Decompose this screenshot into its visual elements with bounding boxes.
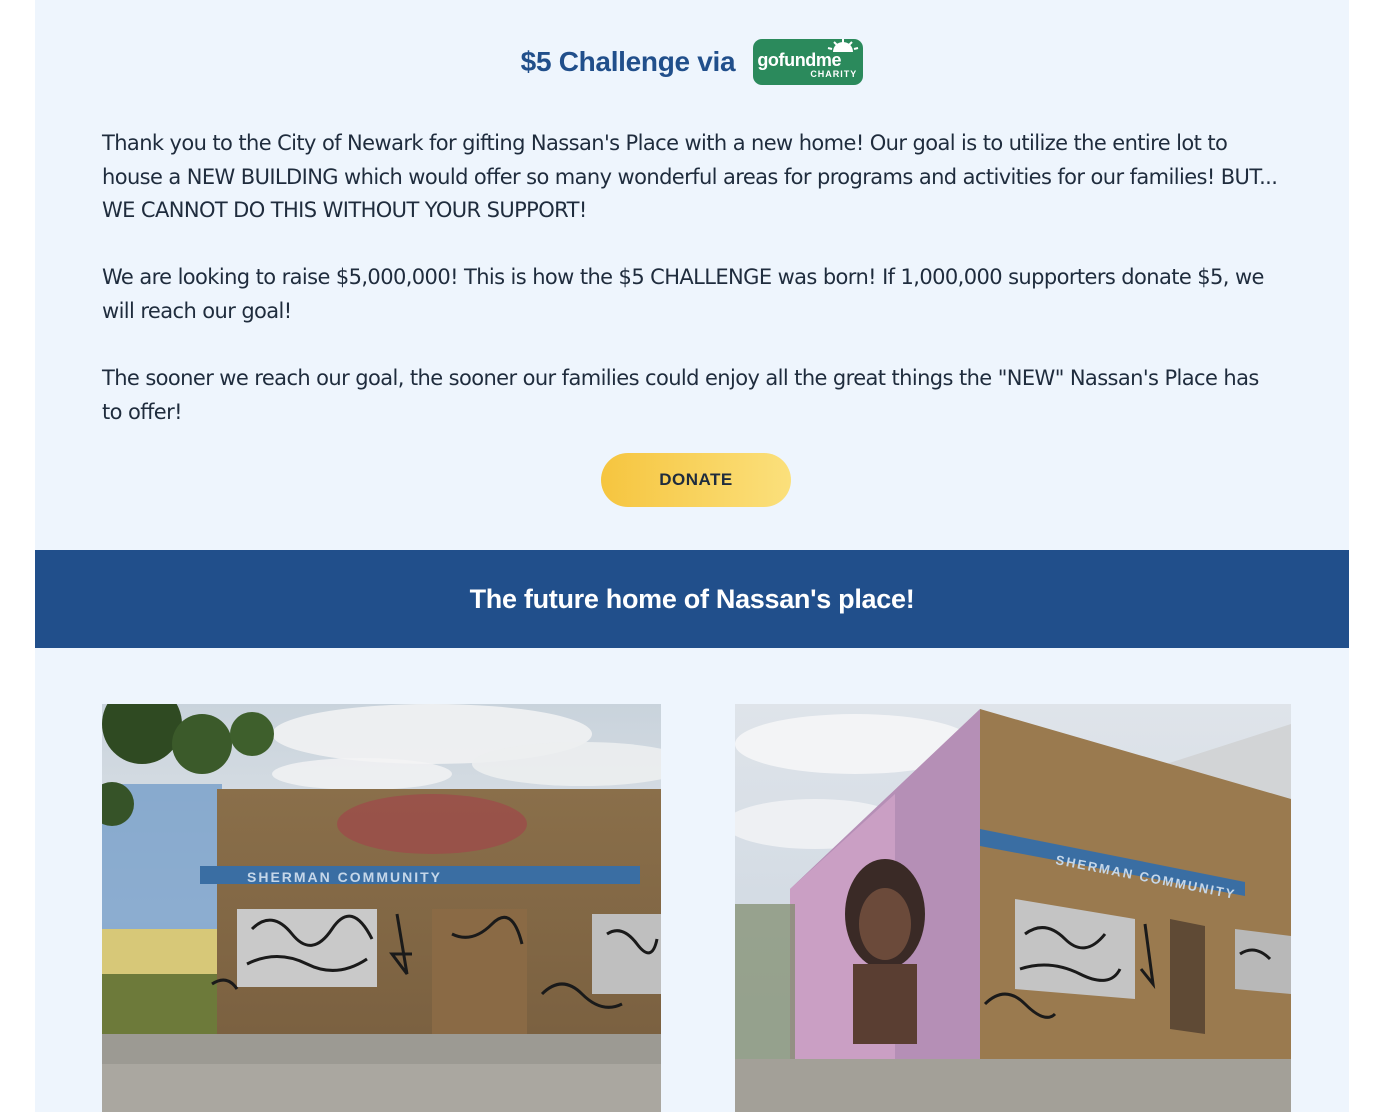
appeal-text: Thank you to the City of Newark for gift… — [102, 127, 1282, 463]
page: $5 Challenge via gofundme CHARITY Thank … — [35, 0, 1349, 1112]
appeal-paragraph-2: We are looking to raise $5,000,000! This… — [102, 265, 1264, 323]
building-photo-mural: SHERMAN COMMUNITY — [735, 704, 1291, 1112]
gofundme-charity-logo[interactable]: gofundme CHARITY — [753, 39, 864, 85]
gofundme-charity-label: CHARITY — [810, 69, 858, 79]
appeal-paragraph-1: Thank you to the City of Newark for gift… — [102, 131, 1278, 223]
challenge-header: $5 Challenge via gofundme CHARITY — [35, 38, 1349, 86]
left-photo-sign: SHERMAN COMMUNITY — [247, 869, 442, 885]
banner-title: The future home of Nassan's place! — [469, 583, 915, 614]
appeal-paragraph-3: The sooner we reach our goal, the sooner… — [102, 366, 1259, 424]
gofundme-wordmark: gofundme — [757, 50, 842, 70]
building-photo-front: SHERMAN COMMUNITY — [102, 704, 661, 1112]
donate-button[interactable]: DONATE — [601, 453, 791, 507]
challenge-title: $5 Challenge via — [520, 46, 736, 77]
future-home-banner: The future home of Nassan's place! — [35, 550, 1349, 648]
